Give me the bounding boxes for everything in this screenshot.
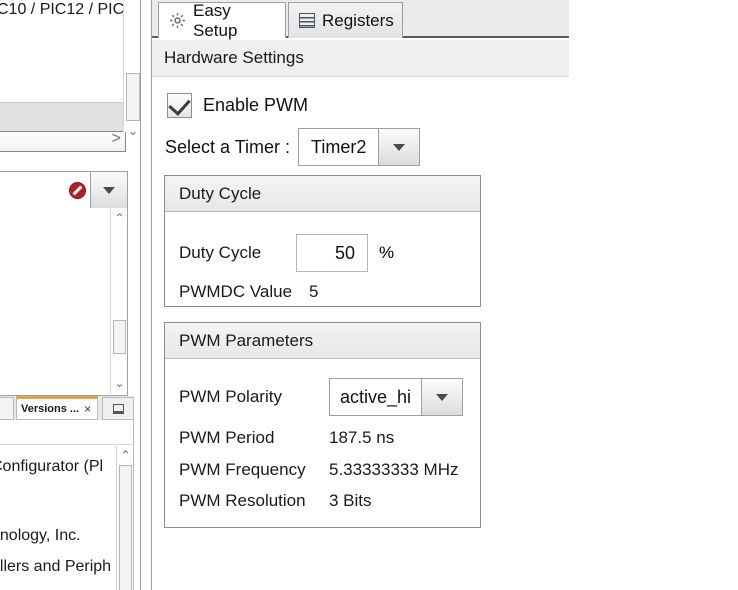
select-timer-label: Select a Timer : bbox=[165, 137, 290, 158]
select-timer-row: Select a Timer : Timer2 bbox=[165, 128, 420, 166]
enable-pwm-checkbox[interactable] bbox=[167, 93, 192, 118]
pwm-period-row: PWM Period 187.5 ns bbox=[179, 428, 394, 448]
pwmdc-label: PWMDC Value bbox=[179, 282, 309, 302]
pwm-polarity-dropdown-button[interactable] bbox=[421, 379, 462, 415]
registers-icon bbox=[299, 13, 315, 28]
output-tab-versions-label: Versions ... bbox=[21, 403, 79, 415]
duty-cycle-unit: % bbox=[379, 243, 394, 263]
pwm-resolution-label: PWM Resolution bbox=[179, 491, 329, 511]
close-icon[interactable]: × bbox=[84, 402, 91, 416]
easy-setup-content: Easy Setup Registers Hardware Settings E… bbox=[152, 0, 738, 590]
peripheral-combobox[interactable] bbox=[0, 171, 128, 209]
pwmdc-value: 5 bbox=[309, 282, 318, 302]
pwm-frequency-label: PWM Frequency bbox=[179, 460, 329, 480]
output-line: hnology, Inc. bbox=[0, 527, 81, 545]
chevron-down-icon bbox=[103, 187, 115, 194]
device-list-title: C10 / PIC12 / PIC bbox=[0, 1, 124, 19]
no-entry-icon bbox=[69, 182, 86, 199]
duty-cycle-row: Duty Cycle 50 % bbox=[179, 234, 394, 272]
application-window: C10 / PIC12 / PIC ⌄ > ⌃ ⌄ bbox=[0, 0, 738, 590]
duty-cycle-group-title: Duty Cycle bbox=[165, 176, 480, 212]
peripheral-combobox-button[interactable] bbox=[90, 172, 127, 208]
resource-tree-panel: ⌃ ⌄ bbox=[0, 208, 128, 396]
chevron-down-icon bbox=[393, 144, 405, 151]
output-tab-versions[interactable]: Versions ... × bbox=[16, 396, 98, 420]
chevron-up-icon[interactable]: ⌃ bbox=[117, 447, 134, 463]
minimize-icon bbox=[113, 404, 124, 414]
output-line: Configurator (Pl bbox=[0, 458, 103, 476]
duty-cycle-label: Duty Cycle bbox=[179, 243, 296, 263]
panel-splitter[interactable] bbox=[140, 0, 152, 590]
chevron-down-icon[interactable]: ⌄ bbox=[111, 375, 128, 392]
content-tabbar: Easy Setup Registers bbox=[152, 0, 569, 38]
pwm-period-label: PWM Period bbox=[179, 428, 329, 448]
tab-registers-label: Registers bbox=[322, 11, 394, 31]
resource-tree-scrollbar[interactable]: ⌃ ⌄ bbox=[110, 208, 127, 394]
tab-easy-setup[interactable]: Easy Setup bbox=[158, 2, 286, 38]
duty-cycle-group: Duty Cycle Duty Cycle 50 % PWMDC Value 5 bbox=[164, 175, 481, 307]
peripheral-combobox-field[interactable] bbox=[0, 172, 90, 208]
pwm-parameters-group-title: PWM Parameters bbox=[165, 323, 480, 359]
output-tabstrip: Versions ... × bbox=[0, 396, 134, 420]
output-panel-divider bbox=[0, 444, 134, 445]
check-icon bbox=[168, 93, 190, 116]
pwm-parameters-group: PWM Parameters PWM Polarity active_hi PW… bbox=[164, 322, 481, 528]
tab-easy-setup-label: Easy Setup bbox=[193, 1, 273, 41]
minimize-button[interactable] bbox=[102, 397, 134, 420]
select-timer-value[interactable]: Timer2 bbox=[299, 129, 378, 165]
device-list-scrollbar[interactable]: ⌄ bbox=[123, 0, 141, 132]
pwm-polarity-combobox[interactable]: active_hi bbox=[329, 378, 463, 416]
device-list-panel: C10 / PIC12 / PIC bbox=[0, 0, 126, 132]
duty-cycle-input[interactable]: 50 bbox=[296, 234, 368, 272]
pwm-frequency-value: 5.33333333 MHz bbox=[329, 460, 458, 480]
chevron-down-icon bbox=[436, 394, 448, 401]
output-panel-scrollbar-thumb[interactable] bbox=[119, 465, 132, 590]
hardware-settings-title: Hardware Settings bbox=[164, 48, 304, 68]
expand-row[interactable]: > bbox=[0, 132, 126, 152]
pwm-resolution-value: 3 Bits bbox=[329, 491, 372, 511]
select-timer-dropdown-button[interactable] bbox=[378, 129, 419, 165]
pwm-period-value: 187.5 ns bbox=[329, 428, 394, 448]
chevron-right-icon[interactable]: > bbox=[112, 130, 121, 148]
pwmdc-value-row: PWMDC Value 5 bbox=[179, 282, 318, 302]
tab-registers[interactable]: Registers bbox=[288, 2, 403, 38]
pwm-polarity-label: PWM Polarity bbox=[179, 387, 329, 407]
output-panel-scrollbar[interactable]: ⌃ bbox=[116, 446, 133, 590]
hardware-settings-header: Hardware Settings bbox=[152, 40, 569, 77]
pwm-resolution-row: PWM Resolution 3 Bits bbox=[179, 491, 372, 511]
gear-icon bbox=[169, 12, 186, 29]
output-tab-previous[interactable] bbox=[0, 397, 14, 420]
pwm-polarity-row: PWM Polarity active_hi bbox=[179, 378, 463, 416]
left-clipped-panels: C10 / PIC12 / PIC ⌄ > ⌃ ⌄ bbox=[0, 0, 152, 590]
enable-pwm-label: Enable PWM bbox=[203, 95, 308, 116]
chevron-up-icon[interactable]: ⌃ bbox=[111, 210, 128, 227]
output-line: ollers and Periph bbox=[0, 558, 111, 576]
resource-tree-scrollbar-thumb[interactable] bbox=[113, 320, 126, 354]
device-list-selected-item[interactable] bbox=[0, 102, 126, 132]
pwm-polarity-value[interactable]: active_hi bbox=[330, 379, 421, 415]
pwm-frequency-row: PWM Frequency 5.33333333 MHz bbox=[179, 460, 458, 480]
output-panel: Configurator (Pl hnology, Inc. ollers an… bbox=[0, 420, 134, 590]
device-list-scrollbar-thumb[interactable] bbox=[126, 73, 140, 121]
select-timer-combobox[interactable]: Timer2 bbox=[298, 128, 420, 166]
enable-pwm-row[interactable]: Enable PWM bbox=[167, 93, 308, 118]
